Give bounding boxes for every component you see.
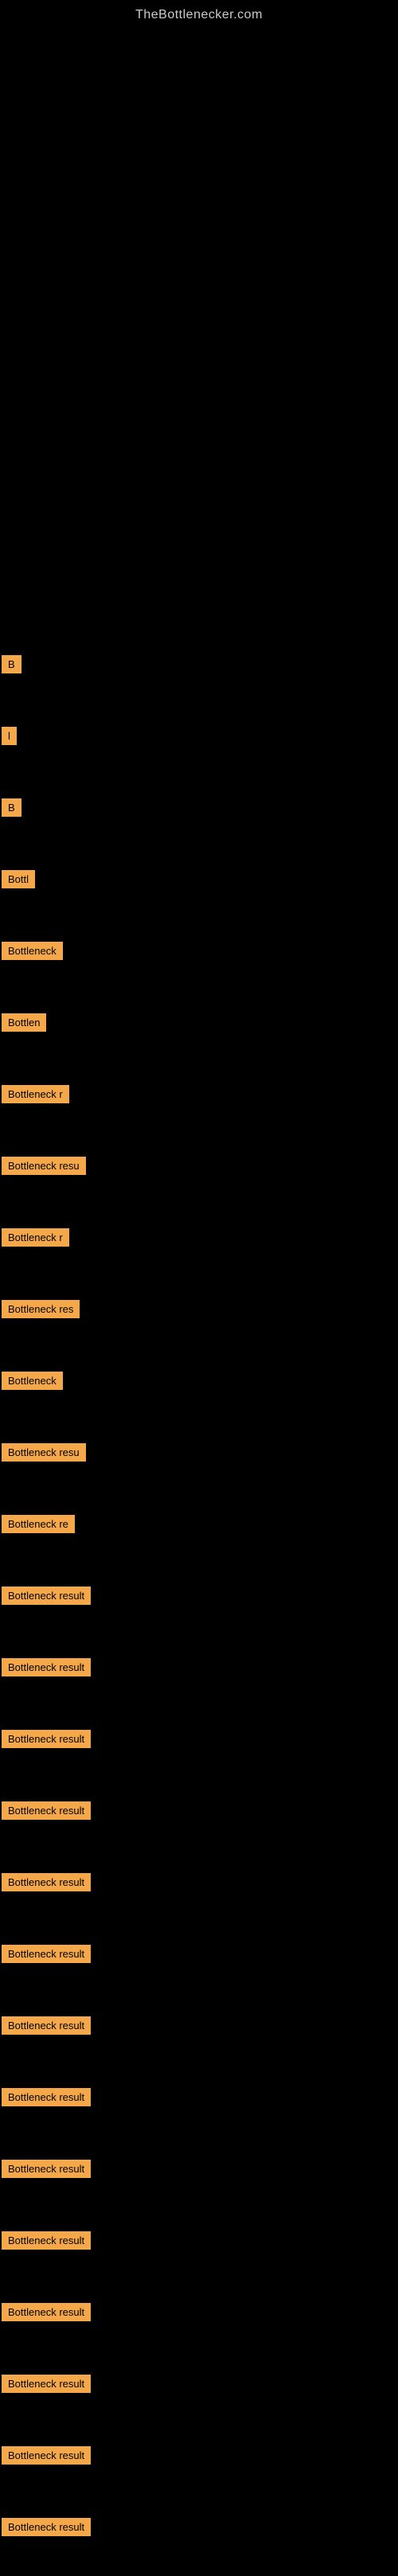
bottleneck-result-label: Bottleneck result [2,2303,91,2321]
bottleneck-row: l [2,721,17,750]
bottleneck-row: Bottleneck result [2,2512,91,2541]
bottleneck-row: Bottlen [2,1008,46,1036]
bottleneck-result-label: Bottleneck result [2,1873,91,1891]
bottleneck-row: Bottleneck re [2,1509,75,1538]
bottleneck-row: B [2,793,21,822]
bottleneck-result-label: Bottleneck result [2,1801,91,1820]
bottleneck-row: Bottleneck result [2,2154,91,2183]
bottleneck-row: Bottleneck result [2,1868,91,1896]
bottleneck-row: Bottleneck result [2,1581,91,1610]
bottleneck-result-label: Bottleneck result [2,2231,91,2250]
bottleneck-row: Bottleneck result [2,1796,91,1825]
bottleneck-result-label: Bottleneck result [2,2375,91,2393]
bottleneck-result-label: Bottlen [2,1013,46,1032]
bottleneck-result-label: Bottleneck result [2,1658,91,1676]
bottleneck-result-label: Bottleneck r [2,1085,69,1103]
bottleneck-row: Bottleneck r [2,1223,69,1251]
bottleneck-result-label: Bottleneck [2,942,63,960]
bottleneck-result-label: B [2,798,21,817]
bottleneck-row: Bottleneck result [2,2297,91,2326]
bottleneck-row: Bottleneck result [2,1939,91,1968]
bottleneck-row: Bottleneck res [2,1294,80,1323]
bottleneck-row: Bottleneck [2,1366,63,1395]
bottleneck-result-label: Bottleneck res [2,1300,80,1318]
bottleneck-row: Bottleneck result [2,2082,91,2111]
bottleneck-result-label: Bottleneck resu [2,1443,86,1462]
bottleneck-row: Bottleneck result [2,2226,91,2254]
bottleneck-result-label: Bottl [2,870,35,888]
bottleneck-row: Bottleneck resu [2,1438,86,1466]
site-title: TheBottlenecker.com [0,0,398,29]
bottleneck-result-label: Bottleneck [2,1372,63,1390]
bottleneck-result-label: Bottleneck r [2,1228,69,1247]
bottleneck-row: Bottleneck resu [2,1151,86,1180]
bottleneck-row: B [2,650,21,678]
bottleneck-result-label: Bottleneck result [2,2016,91,2035]
bottleneck-row: Bottleneck r [2,1079,69,1108]
bottleneck-result-label: Bottleneck re [2,1515,75,1533]
bottleneck-row: Bottleneck [2,936,63,965]
bottleneck-result-label: Bottleneck result [2,2088,91,2106]
bottleneck-result-label: l [2,727,17,745]
bottleneck-result-label: Bottleneck result [2,1730,91,1748]
bottleneck-row: Bottleneck result [2,1653,91,1681]
bottleneck-result-label: Bottleneck resu [2,1157,86,1175]
bottleneck-result-label: Bottleneck result [2,1945,91,1963]
bottleneck-result-label: Bottleneck result [2,1587,91,1605]
bottleneck-row: Bottleneck result [2,2441,91,2469]
bottleneck-row: Bottleneck result [2,2369,91,2398]
bottleneck-row: Bottleneck result [2,1724,91,1753]
bottleneck-result-label: Bottleneck result [2,2518,91,2536]
bottleneck-row: Bottl [2,865,35,893]
bottleneck-row: Bottleneck result [2,2011,91,2039]
bottleneck-result-label: Bottleneck result [2,2160,91,2178]
bottleneck-result-label: Bottleneck result [2,2446,91,2465]
bottleneck-result-label: B [2,655,21,673]
